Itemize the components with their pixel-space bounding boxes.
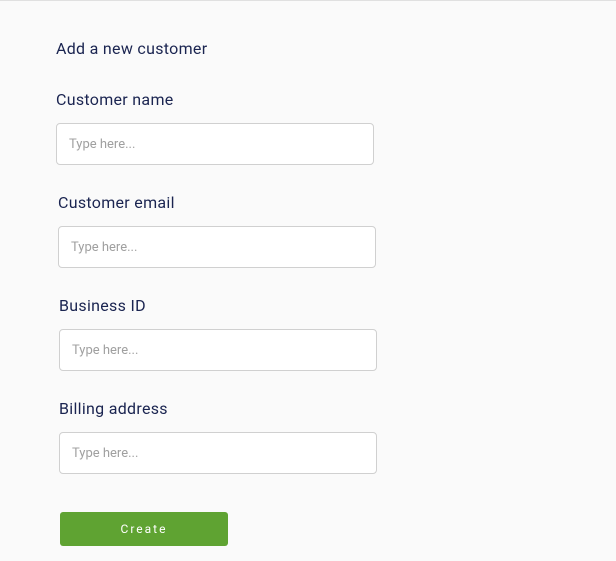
billing-address-input[interactable]	[59, 432, 377, 474]
billing-address-field: Billing address	[59, 399, 616, 474]
customer-email-input[interactable]	[58, 226, 376, 268]
billing-address-label: Billing address	[59, 399, 616, 418]
business-id-field: Business ID	[59, 296, 616, 371]
customer-email-field: Customer email	[58, 193, 616, 268]
customer-name-label: Customer name	[56, 90, 616, 109]
add-customer-form: Add a new customer Customer name Custome…	[0, 1, 616, 546]
customer-name-field: Customer name	[56, 90, 616, 165]
create-button[interactable]: Create	[60, 512, 228, 546]
customer-name-input[interactable]	[56, 123, 374, 165]
business-id-input[interactable]	[59, 329, 377, 371]
customer-email-label: Customer email	[58, 193, 616, 212]
form-title: Add a new customer	[56, 39, 616, 58]
business-id-label: Business ID	[59, 296, 616, 315]
